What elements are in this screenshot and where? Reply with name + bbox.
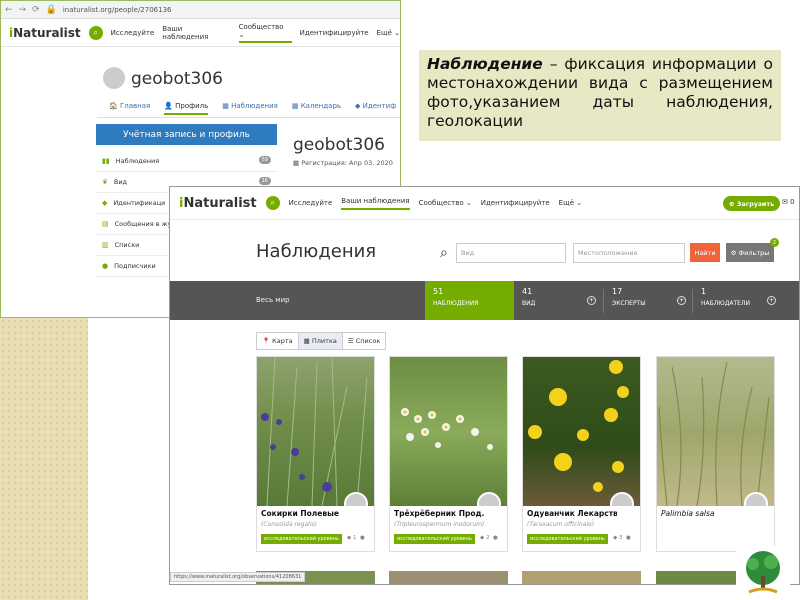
consolida-photo: [261, 357, 368, 506]
search-icon[interactable]: ⌕: [265, 196, 280, 210]
quality-badge: исследовательский уровень: [394, 534, 475, 544]
nav-my-observations[interactable]: Ваши наблюдения: [162, 25, 230, 41]
card-title[interactable]: Palimbia salsa: [661, 509, 751, 518]
background-texture: [0, 318, 88, 600]
next-row-photo: [522, 571, 641, 584]
tab-observations[interactable]: ▦ Наблюдения: [222, 102, 278, 115]
nav-more[interactable]: Ещё ⌄: [377, 29, 400, 37]
observation-card[interactable]: Сокирки Полевые (Consolida regalis) иссл…: [256, 356, 375, 552]
plus-icon[interactable]: +: [587, 296, 596, 305]
next-row-photo: [389, 571, 508, 584]
card-title[interactable]: Трёхрёберник Прод...: [394, 509, 484, 518]
id-count: ◆ 2 ●: [480, 535, 498, 541]
observation-card[interactable]: Одуванчик Лекарств... (Taraxacum officin…: [522, 356, 641, 552]
card-latin-name: (Consolida regalis): [261, 521, 317, 528]
species-input[interactable]: Вид: [456, 243, 566, 263]
inat-logo[interactable]: iNaturalist: [9, 26, 81, 40]
avatar: [103, 67, 125, 89]
nav-identify[interactable]: Идентифицируйте: [481, 199, 550, 207]
nav-explore[interactable]: Исследуйте: [111, 29, 155, 37]
card-title[interactable]: Сокирки Полевые: [261, 509, 351, 518]
view-switcher: 📍 Карта ▦ Плитка ☰ Список: [256, 332, 387, 350]
id-count: ◆ 3 ●: [613, 535, 631, 541]
card-latin-name: (Taraxacum officinale): [527, 521, 595, 528]
tab-profile[interactable]: 👤 Профиль: [164, 102, 209, 115]
caption-text: Наблюдение – фиксация информации о место…: [419, 50, 781, 141]
stat-observers[interactable]: 1 НАБЛЮДАТЕЛИ +: [693, 281, 782, 320]
tag-icon: ◆: [102, 199, 108, 207]
plus-icon[interactable]: +: [677, 296, 686, 305]
lock-icon: 🔒: [45, 4, 57, 15]
stats-bar: Весь мир 51 НАБЛЮДЕНИЯ 41 ВИД + 17 ЭКСПЕРТЫ +…: [170, 281, 799, 320]
view-list-button[interactable]: ☰ Список: [343, 333, 385, 349]
nav-my-observations[interactable]: Ваши наблюдения: [341, 197, 410, 210]
observation-card[interactable]: Palimbia salsa: [656, 356, 775, 552]
count-badge: 16: [258, 177, 271, 185]
stat-species[interactable]: 41 ВИД +: [514, 281, 602, 320]
status-url: https://www.inaturalist.org/observations…: [170, 572, 306, 582]
filters-button[interactable]: ⚙ Фильтры: [726, 243, 774, 262]
nav-explore[interactable]: Исследуйте: [289, 199, 333, 207]
chamomile-photo: [401, 408, 493, 450]
page-title: Наблюдения: [256, 241, 377, 262]
observation-photo[interactable]: [257, 357, 374, 506]
nav-community[interactable]: Сообщество ⌄: [238, 23, 292, 43]
card-title[interactable]: Одуванчик Лекарств...: [527, 509, 617, 518]
browser-bar: ← → ⟳ 🔒 inaturalist.org/people/2706136: [1, 1, 400, 19]
view-grid-button[interactable]: ▦ Плитка: [298, 333, 343, 349]
back-icon[interactable]: ←: [5, 5, 13, 15]
plus-icon[interactable]: +: [767, 296, 776, 305]
leaf-icon: ❦: [102, 178, 108, 186]
binoculars-icon: ▮▮: [102, 157, 110, 165]
forward-icon[interactable]: →: [19, 5, 27, 15]
count-badge: 59: [258, 156, 271, 164]
user-icon: ●: [102, 262, 109, 270]
quality-badge: исследовательский уровень: [527, 534, 608, 544]
observations-window: iNaturalist ⌕ Исследуйте Ваши наблюдения…: [169, 186, 800, 585]
observation-photo[interactable]: [657, 357, 774, 506]
stat-experts[interactable]: 17 ЭКСПЕРТЫ +: [604, 281, 692, 320]
search-icon: ⌕: [440, 245, 448, 261]
upload-icon: ⊕: [729, 199, 735, 208]
filters-count-badge: 2: [770, 238, 779, 247]
observation-photo[interactable]: [523, 357, 640, 506]
profile-username: geobot306: [131, 69, 223, 89]
palimbia-photo: [658, 361, 770, 506]
card-latin-name: (Tripleurospermum inodorum): [394, 521, 485, 528]
find-button[interactable]: Найти: [690, 243, 720, 262]
inat-logo[interactable]: iNaturalist: [179, 196, 257, 211]
search-icon[interactable]: ⌕: [88, 25, 103, 40]
observation-card[interactable]: Трёхрёберник Прод... (Tripleurospermum i…: [389, 356, 508, 552]
top-nav: iNaturalist ⌕ Исследуйте Ваши наблюдения…: [170, 187, 799, 220]
place-label: Весь мир: [256, 296, 290, 304]
book-icon: ▤: [102, 220, 109, 228]
list-icon: ▥: [102, 241, 109, 249]
nav-identify[interactable]: Идентифицируйте: [300, 29, 369, 37]
upload-button[interactable]: ⊕ Загрузить: [723, 196, 781, 211]
mail-icon[interactable]: ✉ 0: [782, 198, 795, 206]
filter-icon: ⚙: [730, 248, 737, 257]
id-count: ◆ 1 ●: [347, 535, 365, 541]
profile-tabs: 🏠 Главная 👤 Профиль ▦ Наблюдения ▦ Кален…: [109, 102, 396, 115]
divider: [97, 117, 400, 118]
address-bar[interactable]: inaturalist.org/people/2706136: [63, 6, 172, 14]
dandelion-photo: [528, 360, 629, 492]
account-profile-button[interactable]: Учётная запись и профиль: [96, 124, 277, 145]
quality-badge: исследовательский уровень: [261, 534, 342, 544]
tree-logo: [736, 546, 790, 598]
nav-more[interactable]: Ещё ⌄: [559, 199, 582, 207]
profile-heading: geobot306: [293, 135, 385, 155]
sidebar-item-observations[interactable]: ▮▮ Наблюдения 59: [96, 151, 277, 172]
observation-photo[interactable]: [390, 357, 507, 506]
registration-date: ▦ Регистрация: Апр 03, 2020: [293, 159, 393, 167]
location-input[interactable]: Местоположение: [573, 243, 685, 263]
view-map-button[interactable]: 📍 Карта: [257, 333, 299, 349]
top-nav: iNaturalist ⌕ Исследуйте Ваши наблюдения…: [1, 19, 400, 47]
tab-calendar[interactable]: ▦ Календарь: [292, 102, 341, 115]
reload-icon[interactable]: ⟳: [32, 5, 40, 15]
tab-home[interactable]: 🏠 Главная: [109, 102, 150, 115]
tab-identifications[interactable]: ◆ Идентиф: [355, 102, 396, 115]
stat-observations[interactable]: 51 НАБЛЮДЕНИЯ: [425, 281, 514, 320]
nav-community[interactable]: Сообщество ⌄: [419, 199, 472, 207]
